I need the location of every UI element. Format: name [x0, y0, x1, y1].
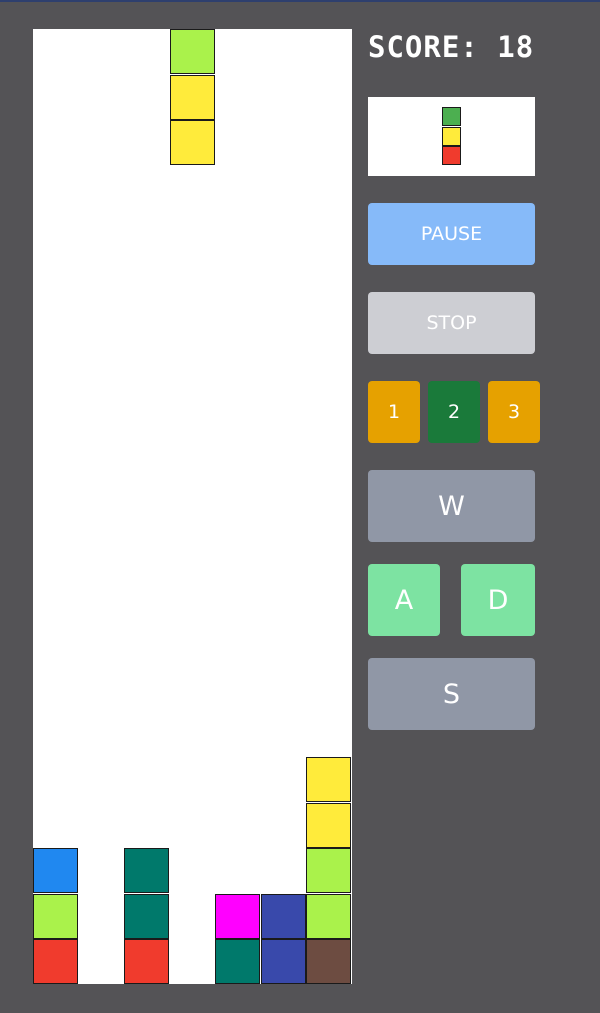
- preview-block: [442, 107, 461, 126]
- score-display: SCORE: 18: [368, 30, 534, 64]
- top-border: [0, 0, 600, 2]
- score-value: 18: [497, 30, 535, 64]
- move-left-button[interactable]: A: [368, 564, 440, 636]
- settled-block: [306, 803, 351, 848]
- score-label: SCORE:: [368, 30, 479, 64]
- settled-block: [33, 939, 78, 984]
- settled-block: [306, 939, 351, 984]
- preview-block: [442, 126, 461, 146]
- drop-down-button[interactable]: S: [368, 658, 535, 730]
- settled-block: [124, 939, 169, 984]
- pause-button[interactable]: PAUSE: [368, 203, 535, 265]
- settled-block: [124, 848, 169, 893]
- settled-block: [124, 894, 169, 939]
- stop-button[interactable]: STOP: [368, 292, 535, 354]
- rotate-up-button[interactable]: W: [368, 470, 535, 542]
- next-piece-preview: [368, 97, 535, 176]
- preview-block: [442, 146, 461, 165]
- level-1-button[interactable]: 1: [368, 381, 420, 443]
- settled-block: [306, 757, 351, 802]
- settled-block: [261, 939, 306, 984]
- settled-block: [306, 848, 351, 893]
- settled-block: [33, 894, 78, 939]
- falling-block: [170, 29, 215, 74]
- game-board: [33, 29, 352, 984]
- settled-block: [215, 894, 260, 939]
- settled-block: [33, 848, 78, 893]
- settled-block: [215, 939, 260, 984]
- settled-block: [306, 894, 351, 939]
- move-right-button[interactable]: D: [461, 564, 535, 636]
- level-3-button[interactable]: 3: [488, 381, 540, 443]
- falling-block: [170, 120, 215, 165]
- falling-block: [170, 75, 215, 120]
- settled-block: [261, 894, 306, 939]
- level-2-button[interactable]: 2: [428, 381, 480, 443]
